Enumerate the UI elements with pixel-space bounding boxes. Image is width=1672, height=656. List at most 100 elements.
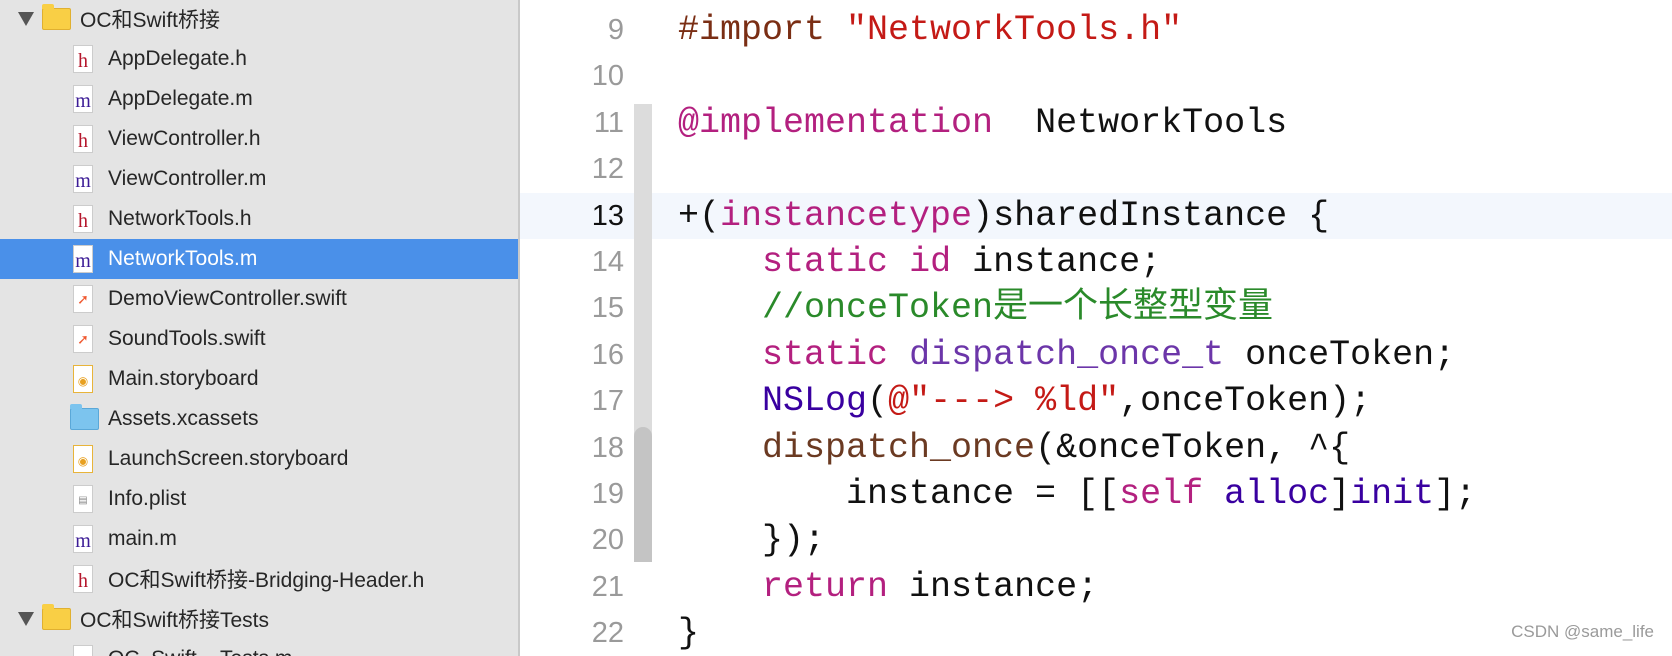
- code-text: }: [678, 610, 699, 656]
- watermark: CSDN @same_life: [1511, 622, 1654, 641]
- code-token: }: [678, 613, 700, 654]
- file-name: NetworkTools.m: [108, 247, 258, 270]
- h-file-icon: h: [73, 125, 93, 153]
- navigator-file[interactable]: h AppDelegate.h: [0, 39, 518, 79]
- disclosure-triangle-icon[interactable]: [18, 12, 34, 26]
- code-text: #import "NetworkTools.h": [678, 7, 1182, 53]
- code-line[interactable]: 20 });: [520, 517, 1672, 563]
- code-line[interactable]: 17 NSLog(@"---> %ld",onceToken);: [520, 378, 1672, 424]
- code-line[interactable]: 10: [520, 53, 1672, 99]
- plist-file-icon: ▤: [73, 485, 93, 513]
- code-line[interactable]: 9 #import "NetworkTools.h": [520, 7, 1672, 53]
- navigator-file[interactable]: ➚ DemoViewController.swift: [0, 279, 518, 319]
- code-token: @"---> %ld": [888, 381, 1120, 422]
- navigator-file[interactable]: m NetworkTools.m: [0, 239, 518, 279]
- code-text: static dispatch_once_t onceToken;: [678, 332, 1455, 378]
- file-name: NetworkTools.h: [108, 207, 252, 230]
- code-token: NetworkTools: [993, 102, 1288, 143]
- m-file-icon: m: [73, 645, 93, 656]
- swift-file-icon: ➚: [73, 285, 93, 313]
- code-line[interactable]: 12: [520, 146, 1672, 192]
- h-file-icon: h: [73, 565, 93, 593]
- line-number: 13: [591, 199, 624, 232]
- code-line[interactable]: 22}: [520, 610, 1672, 656]
- code-token: instancetype: [720, 195, 973, 236]
- code-line[interactable]: 13 +(instancetype)sharedInstance {: [520, 192, 1672, 239]
- code-text: return instance;: [678, 564, 1098, 610]
- line-number: 16: [591, 338, 624, 371]
- code-line[interactable]: 16 static dispatch_once_t onceToken;: [520, 332, 1672, 378]
- navigator-folder[interactable]: OC和Swift桥接: [0, 0, 518, 39]
- file-name: Info.plist: [108, 487, 187, 510]
- code-token: instance;: [951, 242, 1162, 282]
- file-name: ViewController.m: [108, 167, 267, 190]
- code-token: #import: [678, 10, 847, 50]
- m-file-icon: m: [73, 245, 93, 273]
- code-token: (: [867, 381, 889, 422]
- code-line[interactable]: 11 @implementation NetworkTools: [520, 100, 1672, 146]
- m-file-icon: m: [73, 85, 93, 113]
- line-number: 11: [593, 106, 624, 139]
- code-line[interactable]: 14 static id instance;: [520, 239, 1672, 285]
- line-number: 17: [591, 385, 624, 418]
- navigator-file[interactable]: m AppDelegate.m: [0, 79, 518, 119]
- line-number: 14: [591, 246, 624, 278]
- code-text: instance = [[self alloc]init];: [678, 471, 1476, 517]
- navigator-file[interactable]: m main.m: [0, 519, 518, 559]
- storyboard-file-icon: ◉: [73, 445, 93, 473]
- navigator-file[interactable]: h ViewController.h: [0, 119, 518, 159]
- file-name: DemoViewController.swift: [108, 287, 347, 310]
- code-text: +(instancetype)sharedInstance {: [678, 193, 1329, 239]
- code-line[interactable]: 21 return instance;: [520, 564, 1672, 610]
- navigator-file[interactable]: m ViewController.m: [0, 159, 518, 199]
- navigator-file[interactable]: ➚ SoundTools.swift: [0, 319, 518, 359]
- code-token: dispatch_once: [762, 427, 1036, 468]
- code-token: id: [909, 242, 952, 282]
- navigator-file[interactable]: ◉ Main.storyboard: [0, 359, 518, 399]
- file-name: AppDelegate.h: [108, 47, 247, 70]
- code-token: //onceToken是一个长整型变量: [762, 288, 1274, 329]
- navigator-file[interactable]: h NetworkTools.h: [0, 199, 518, 239]
- code-token: NSLog: [762, 381, 868, 422]
- code-token: @implementation: [678, 102, 994, 143]
- code-token: static: [762, 334, 889, 375]
- code-text: //onceToken是一个长整型变量: [678, 285, 1273, 331]
- code-line[interactable]: 15 //onceToken是一个长整型变量: [520, 285, 1672, 331]
- code-text: NSLog(@"---> %ld",onceToken);: [678, 378, 1371, 424]
- storyboard-file-icon: ◉: [73, 365, 93, 393]
- asset-catalog-icon: [70, 404, 99, 430]
- h-file-icon: h: [73, 45, 93, 73]
- code-token: self: [1119, 474, 1204, 514]
- code-text: static id instance;: [678, 239, 1161, 285]
- file-name: SoundTools.swift: [108, 327, 266, 350]
- file-name: AppDelegate.m: [108, 87, 253, 110]
- line-number: 10: [591, 60, 624, 93]
- file-name: Assets.xcassets: [108, 407, 259, 430]
- code-token: init: [1350, 474, 1435, 514]
- code-line[interactable]: 18 dispatch_once(&onceToken, ^{: [520, 425, 1672, 471]
- code-token: dispatch_once_t: [909, 334, 1225, 375]
- code-token: )sharedInstance {: [972, 195, 1330, 236]
- code-line[interactable]: 19 instance = [[self alloc]init];: [520, 471, 1672, 517]
- navigator-file[interactable]: ◉ LaunchScreen.storyboard: [0, 439, 518, 479]
- navigator-file[interactable]: m OC_Swift__Tests.m: [0, 639, 518, 656]
- line-number: 21: [591, 570, 624, 603]
- disclosure-triangle-icon[interactable]: [18, 612, 34, 626]
- navigator-file[interactable]: ▤ Info.plist: [0, 479, 518, 519]
- code-token: alloc: [1224, 474, 1330, 514]
- navigator-folder[interactable]: OC和Swift桥接Tests: [0, 599, 518, 639]
- code-token: (&onceToken, ^{: [1035, 427, 1351, 468]
- navigator-file[interactable]: Assets.xcassets: [0, 399, 518, 439]
- code-token: ,onceToken);: [1119, 381, 1372, 422]
- fold-region-highlight[interactable]: [634, 426, 652, 562]
- line-number: 18: [591, 431, 624, 464]
- m-file-icon: m: [73, 525, 93, 553]
- m-file-icon: m: [73, 165, 93, 193]
- navigator-file[interactable]: h OC和Swift桥接-Bridging-Header.h: [0, 559, 518, 599]
